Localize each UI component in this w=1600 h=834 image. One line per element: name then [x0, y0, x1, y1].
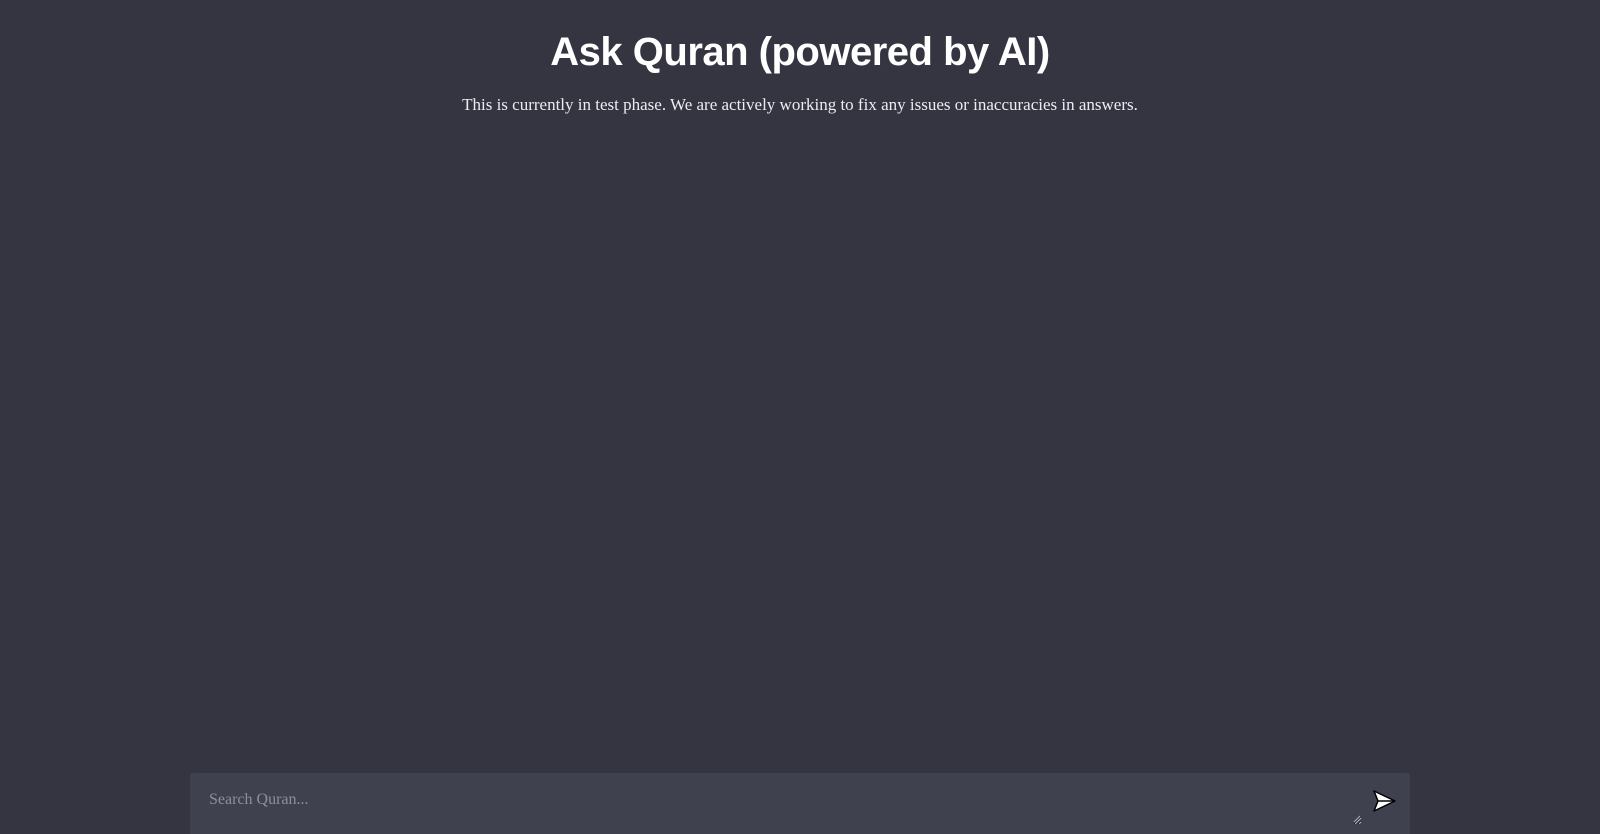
- resize-grip-icon[interactable]: [1353, 815, 1361, 823]
- page-title: Ask Quran (powered by AI): [550, 30, 1050, 74]
- page-subtitle: This is currently in test phase. We are …: [462, 95, 1138, 114]
- search-bar: [190, 773, 1410, 834]
- app-page: Ask Quran (powered by AI) This is curren…: [0, 0, 1600, 834]
- search-input[interactable]: [190, 773, 1362, 825]
- send-button[interactable]: [1370, 787, 1398, 815]
- header: Ask Quran (powered by AI) This is curren…: [0, 0, 1600, 115]
- send-icon: [1373, 790, 1396, 812]
